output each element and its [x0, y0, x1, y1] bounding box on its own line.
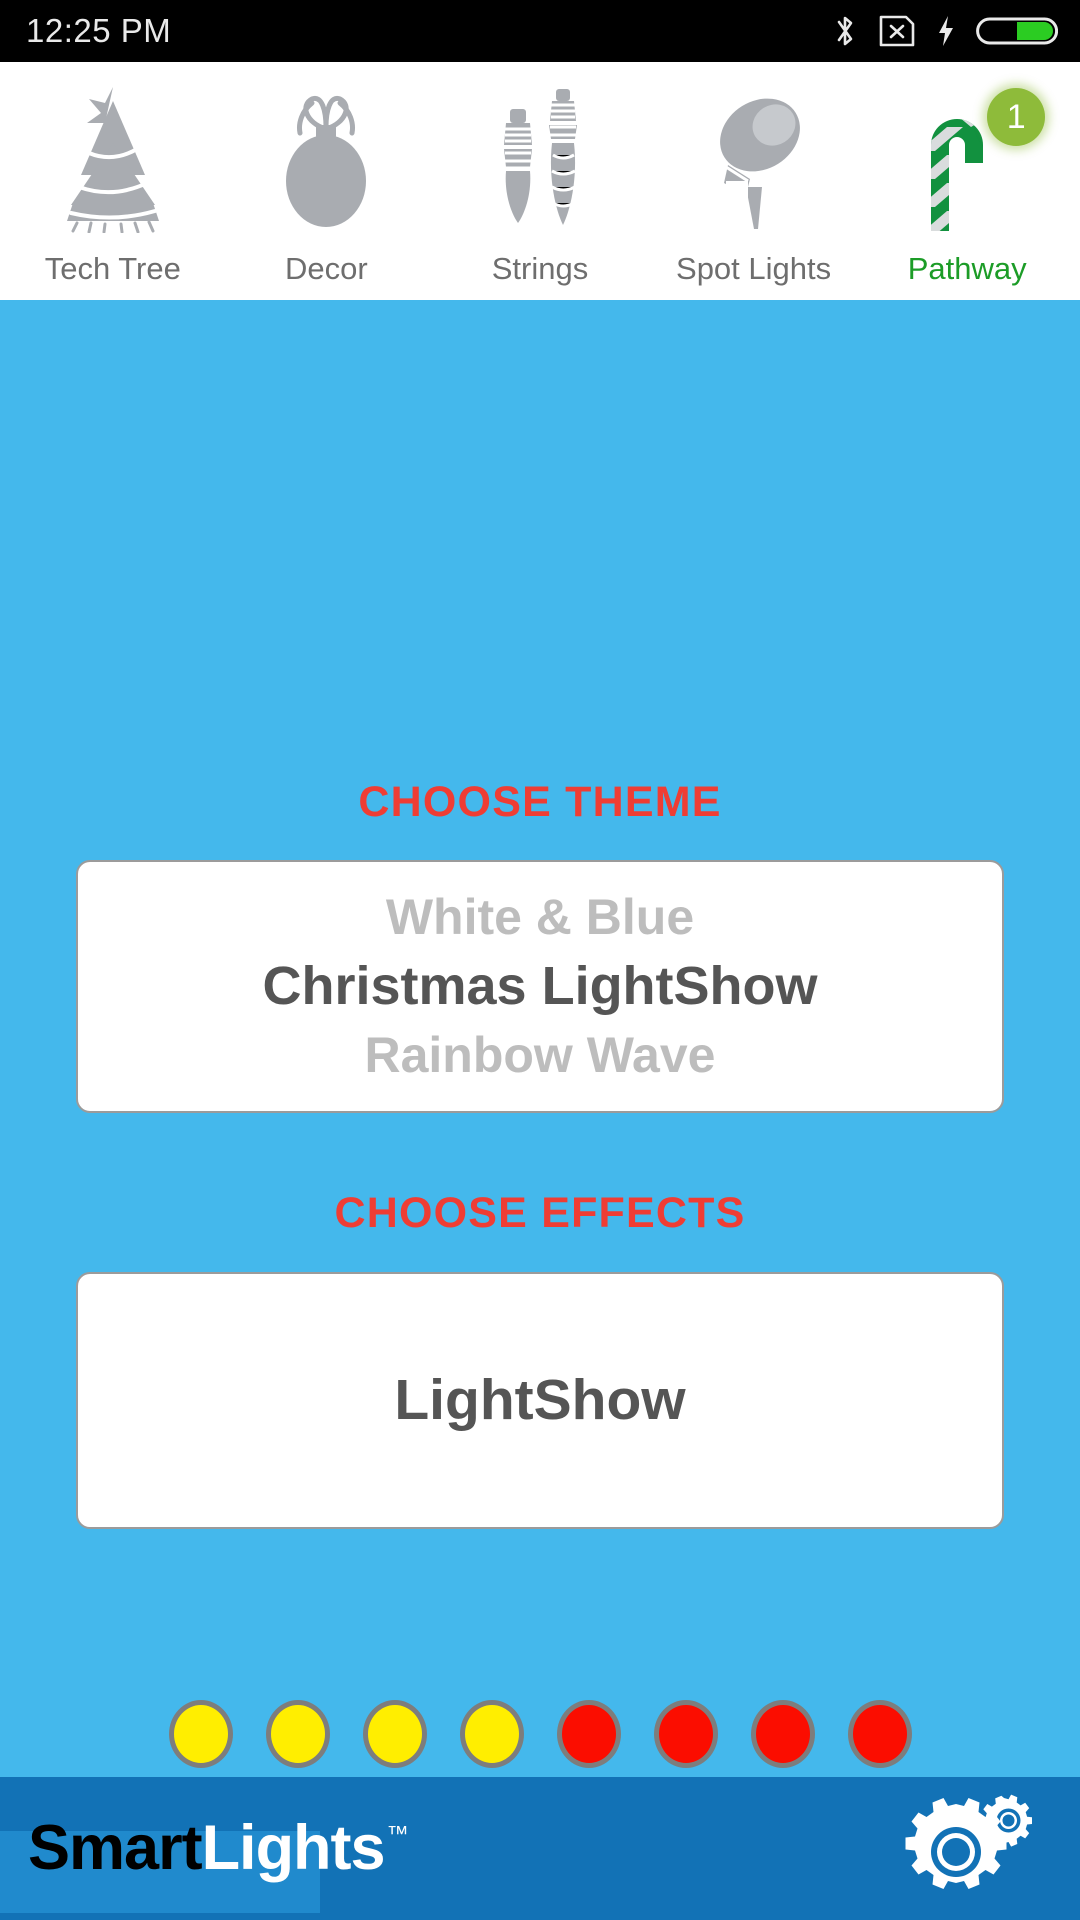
effects-option-selected[interactable]: LightShow: [78, 1365, 1002, 1436]
color-dot[interactable]: [362, 1700, 427, 1768]
category-tab-bar: Tech Tree Decor Strings Spot Lights 1 Pa…: [0, 62, 1080, 300]
theme-option-below[interactable]: Rainbow Wave: [78, 1022, 1002, 1089]
bluetooth-icon: [832, 14, 858, 48]
tab-label: Pathway: [907, 251, 1027, 287]
brand-name-first: Smart: [28, 1813, 203, 1883]
choose-effects-heading: CHOOSE EFFECTS: [334, 1189, 746, 1237]
color-dot[interactable]: [556, 1700, 621, 1768]
tab-tech-tree[interactable]: Tech Tree: [15, 62, 211, 292]
status-bar-icons: [832, 14, 1058, 48]
color-dot[interactable]: [653, 1700, 718, 1768]
theme-option-above[interactable]: White & Blue: [78, 884, 1002, 951]
tab-label: Strings: [491, 251, 589, 287]
sim-card-off-icon: [878, 14, 916, 48]
battery-icon: [976, 14, 1058, 48]
tab-strings[interactable]: Strings: [442, 62, 638, 292]
app-footer: Smart Lights ™: [0, 1777, 1080, 1920]
candy-cane-icon: [869, 62, 1065, 247]
main-content: CHOOSE THEME White & Blue Christmas Ligh…: [0, 300, 1080, 1920]
color-preview-dots: [0, 1700, 1080, 1768]
christmas-tree-icon: [15, 62, 211, 247]
status-bar-clock: 12:25 PM: [26, 12, 172, 49]
color-dot[interactable]: [847, 1700, 912, 1768]
gears-icon: [904, 1790, 1032, 1908]
theme-picker[interactable]: White & Blue Christmas LightShow Rainbow…: [76, 860, 1004, 1113]
tab-pathway[interactable]: 1 Pathway: [869, 62, 1065, 292]
brand-logo: Smart Lights ™: [0, 1813, 409, 1913]
brand-name-second: Lights: [201, 1813, 386, 1883]
tab-label: Spot Lights: [676, 251, 832, 287]
ornament-ball-icon: [228, 62, 424, 247]
theme-option-selected[interactable]: Christmas LightShow: [78, 951, 1002, 1023]
tab-spot-lights[interactable]: Spot Lights: [656, 62, 852, 292]
effects-picker[interactable]: LightShow: [76, 1272, 1004, 1529]
string-bulbs-icon: [442, 62, 638, 247]
tab-badge-count: 1: [987, 88, 1046, 146]
app-root: 12:25 PM Tech Tree Decor Strings Spot Li…: [0, 0, 1080, 1920]
color-dot[interactable]: [459, 1700, 524, 1768]
settings-button[interactable]: [904, 1790, 1032, 1908]
tab-label: Decor: [285, 251, 368, 287]
spotlight-icon: [656, 62, 852, 247]
status-bar: 12:25 PM: [0, 0, 1080, 62]
charging-bolt-icon: [936, 14, 956, 48]
choose-theme-heading: CHOOSE THEME: [358, 778, 722, 826]
tab-label: Tech Tree: [44, 251, 181, 287]
trademark-symbol: ™: [386, 1821, 409, 1846]
tab-decor[interactable]: Decor: [228, 62, 424, 292]
color-dot[interactable]: [750, 1700, 815, 1768]
color-dot[interactable]: [168, 1700, 233, 1768]
color-dot[interactable]: [265, 1700, 330, 1768]
